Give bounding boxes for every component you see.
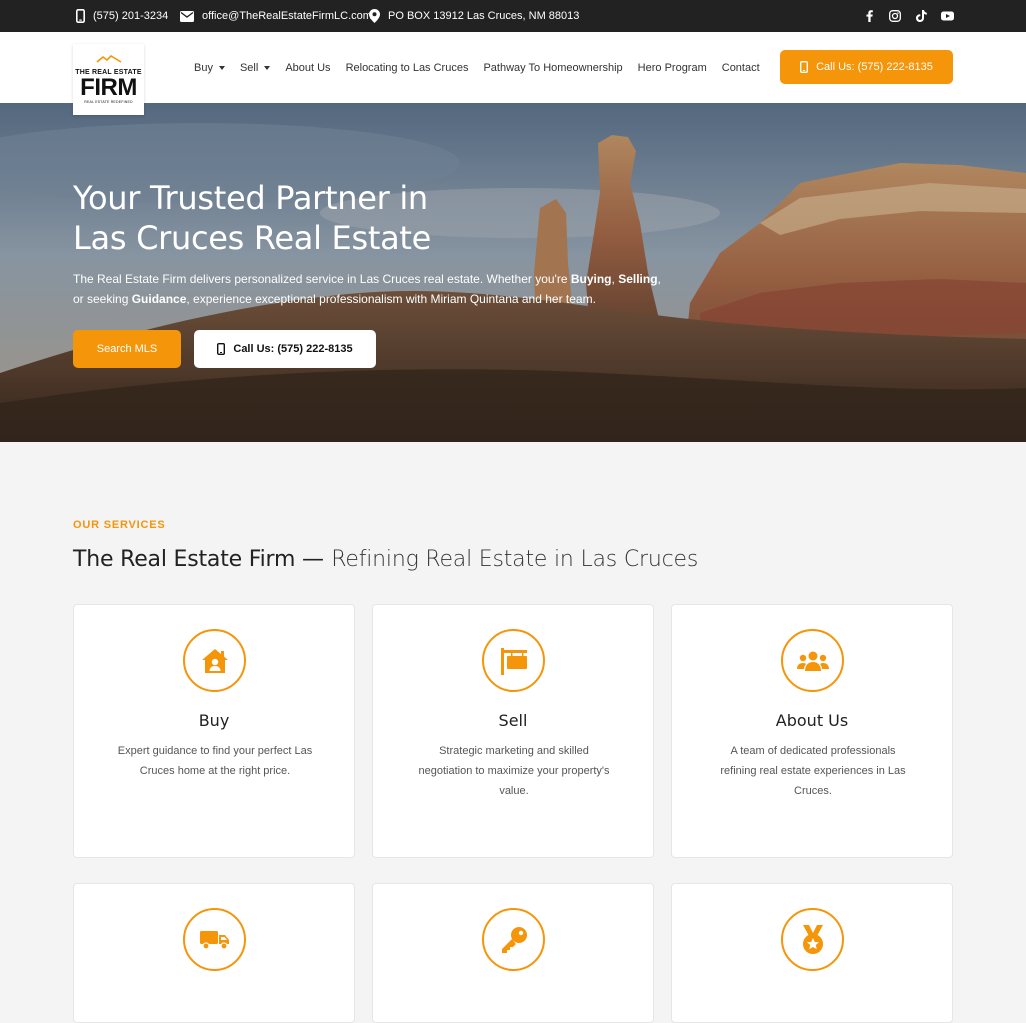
nav-item-label: Contact [721,61,760,74]
chevron-down-icon [218,65,225,70]
logo-line2: FIRM [80,73,137,101]
topbar-phone[interactable]: (575) 201-3234 [76,0,168,32]
medal-icon [802,924,823,954]
service-icon-circle [482,908,545,971]
truck-icon [199,930,229,950]
nav-item-contact[interactable]: Contact [722,62,760,74]
hero-text-part: The Real Estate Firm delivers personaliz… [73,272,571,286]
nav-item-label: Relocating to Las Cruces [345,61,469,74]
service-icon-circle [183,629,246,692]
service-card-hero-program[interactable] [671,883,953,1023]
services-eyebrow: OUR SERVICES [73,519,166,531]
hero-text-bold: Guidance [131,292,187,306]
service-card-title: About Us [775,711,849,730]
tiktok-icon[interactable] [914,9,928,23]
service-card-sell[interactable]: Sell Strategic marketing and skilled neg… [372,604,654,858]
topbar-email[interactable]: office@TheRealEstateFirmLC.com [180,0,372,32]
youtube-icon[interactable] [940,9,954,23]
service-card-title: Sell [498,711,528,730]
envelope-icon [180,10,194,22]
mobile-phone-icon [217,343,226,355]
nav-item-label: Buy [194,61,213,74]
service-card-desc: Strategic marketing and skilled negotiat… [418,745,610,797]
search-mls-label: Search MLS [96,343,158,355]
topbar-address[interactable]: PO BOX 13912 Las Cruces, NM 88013 [369,0,579,32]
service-icon-circle [183,908,246,971]
nav-item-label: Sell [239,61,259,74]
header-call-label: Call Us: (575) 222-8135 [816,61,933,73]
house-user-icon [201,648,228,673]
services-title-light: Refining Real Estate in Las Cruces [331,547,699,572]
chevron-down-icon [264,65,271,70]
service-card-about[interactable]: About Us A team of dedicated professiona… [671,604,953,858]
topbar-phone-text: (575) 201-3234 [93,10,169,22]
nav-item-relocating[interactable]: Relocating to Las Cruces [346,62,469,74]
service-card-title: Buy [198,711,230,730]
nav-item-pathway[interactable]: Pathway To Homeownership [483,62,622,74]
roof-logo-mark [95,54,121,63]
main-nav: Buy Sell About Us Relocating to Las Cruc… [194,32,775,103]
services-title: The Real Estate Firm — Refining Real Est… [73,547,698,572]
hero-call-button[interactable]: Call Us: (575) 222-8135 [194,330,376,368]
hero-description: The Real Estate Firm delivers personaliz… [73,269,663,309]
hero-text-part: , experience exceptional professionalism… [186,292,596,306]
top-bar: (575) 201-3234 office@TheRealEstateFirmL… [0,0,1026,32]
hero-call-label: Call Us: (575) 222-8135 [233,343,353,355]
site-logo[interactable]: THE REAL ESTATE FIRM REAL ESTATE REDEFIN… [73,44,144,115]
mobile-phone-icon [76,9,85,23]
hero-title: Your Trusted Partner in Las Cruces Real … [73,178,493,258]
service-icon-circle [482,629,545,692]
hero-text-bold: Buying [570,272,612,286]
hero-section: Your Trusted Partner in Las Cruces Real … [0,103,1026,442]
service-card-relocation[interactable] [73,883,355,1023]
nav-item-buy[interactable]: Buy [194,62,225,74]
service-card-desc: A team of dedicated professionals refini… [720,745,906,797]
key-icon [501,926,527,953]
service-icon-circle [781,908,844,971]
map-pin-icon [369,9,380,23]
topbar-email-text: office@TheRealEstateFirmLC.com [202,10,372,22]
facebook-icon[interactable] [862,9,876,23]
topbar-address-text: PO BOX 13912 Las Cruces, NM 88013 [388,10,580,22]
nav-item-about-us[interactable]: About Us [285,62,330,74]
logo-tagline: REAL ESTATE REDEFINED [84,99,133,104]
instagram-icon[interactable] [888,9,902,23]
nav-item-hero-program[interactable]: Hero Program [638,62,707,74]
sign-icon [500,647,527,675]
hero-title-line1: Your Trusted Partner in [73,179,428,217]
nav-item-label: Hero Program [637,61,707,74]
nav-item-label: Pathway To Homeownership [483,61,623,74]
users-icon [796,651,829,671]
hero-text-bold: Selling [618,272,658,286]
service-card-buy[interactable]: Buy Expert guidance to find your perfect… [73,604,355,858]
service-card-desc: Expert guidance to find your perfect Las… [117,745,313,777]
header-call-button[interactable]: Call Us: (575) 222-8135 [780,50,953,84]
search-mls-button[interactable]: Search MLS [73,330,181,368]
service-card-homeownership[interactable] [372,883,654,1023]
social-links [862,0,954,32]
mobile-phone-icon [800,61,809,73]
hero-title-line2: Las Cruces Real Estate [73,219,432,257]
services-title-bold: The Real Estate Firm — [73,547,324,572]
service-icon-circle [781,629,844,692]
nav-item-sell[interactable]: Sell [239,61,271,74]
nav-item-label: About Us [285,61,331,74]
